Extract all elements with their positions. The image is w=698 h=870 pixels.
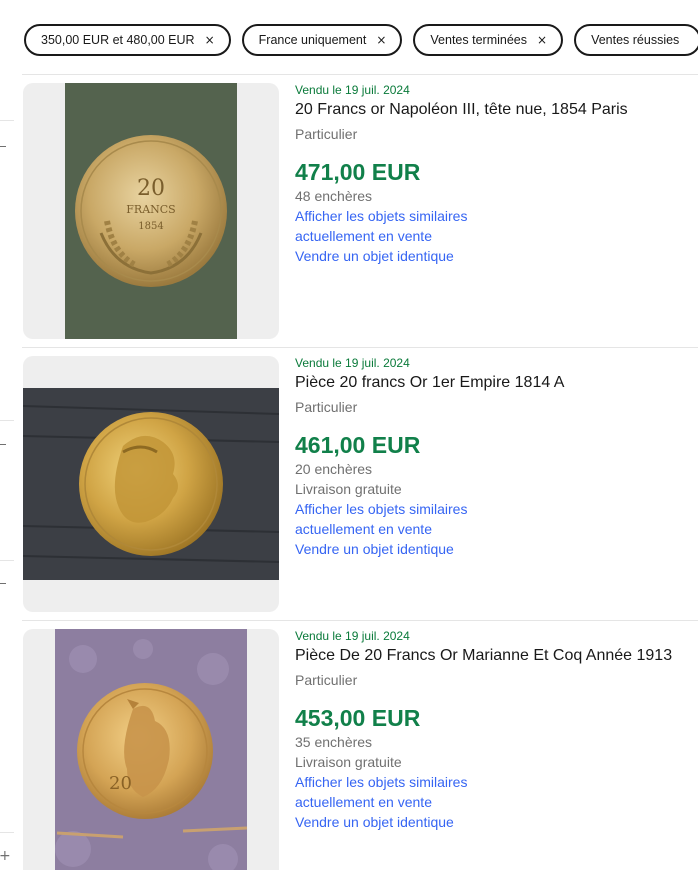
active-filters: 350,00 EUR et 480,00 EUR × France unique… (24, 24, 698, 56)
listing-image[interactable] (23, 356, 279, 612)
filter-chip-label: Ventes réussies (591, 33, 680, 47)
results-list: 20 FRANCS 1854 Vendu le 19 juil. 2024 20… (22, 74, 698, 870)
similar-items-link[interactable]: Afficher les objets similaires (295, 772, 698, 792)
sold-date: Vendu le 19 juil. 2024 (295, 629, 410, 643)
close-icon[interactable]: × (376, 33, 386, 47)
similar-items-link[interactable]: Afficher les objets similaires (295, 206, 698, 226)
listing-title[interactable]: 20 Francs or Napoléon III, tête nue, 185… (295, 100, 698, 120)
shipping-info: Livraison gratuite (295, 754, 402, 770)
listing-item: Vendu le 19 juil. 2024 Pièce 20 francs O… (22, 347, 698, 620)
coin-photo: 20 FRANCS 1854 (65, 83, 237, 339)
filter-chip-completed[interactable]: Ventes terminées × (413, 24, 564, 56)
seller-type: Particulier (295, 126, 358, 142)
listing-title[interactable]: Pièce 20 francs Or 1er Empire 1814 A (295, 373, 698, 393)
sold-price: 453,00 EUR (295, 705, 421, 731)
svg-text:1854: 1854 (138, 221, 163, 232)
svg-text:FRANCS: FRANCS (126, 203, 175, 216)
collapse-icon[interactable] (0, 146, 6, 147)
divider (0, 120, 14, 121)
sell-similar-link[interactable]: Vendre un objet identique (295, 539, 698, 559)
filter-sidebar-edge: + (0, 60, 14, 870)
coin-photo: 20 (55, 629, 248, 870)
sold-price: 461,00 EUR (295, 432, 421, 458)
collapse-icon[interactable] (0, 583, 6, 584)
listing-image[interactable]: 20 FRANCS 1854 (23, 83, 279, 339)
divider (0, 832, 14, 833)
svg-text:20: 20 (109, 773, 132, 794)
filter-chip-label: 350,00 EUR et 480,00 EUR (41, 33, 195, 47)
seller-type: Particulier (295, 399, 358, 415)
coin-photo (23, 388, 279, 580)
similar-items-link-cont[interactable]: actuellement en vente (295, 792, 698, 812)
seller-type: Particulier (295, 672, 358, 688)
sell-similar-link[interactable]: Vendre un objet identique (295, 246, 698, 266)
close-icon[interactable]: × (537, 33, 547, 47)
listing-image[interactable]: 20 (23, 629, 279, 870)
sell-similar-link[interactable]: Vendre un objet identique (295, 812, 698, 832)
filter-chip-label: Ventes terminées (430, 33, 527, 47)
expand-icon[interactable]: + (0, 848, 11, 864)
svg-text:20: 20 (137, 176, 165, 201)
divider (0, 420, 14, 421)
close-icon[interactable]: × (205, 33, 215, 47)
sold-date: Vendu le 19 juil. 2024 (295, 83, 410, 97)
bid-count: 48 enchères (295, 188, 373, 204)
bid-count: 20 enchères (295, 461, 373, 477)
filter-chip-label: France uniquement (258, 33, 367, 47)
filter-chip-price[interactable]: 350,00 EUR et 480,00 EUR × (24, 24, 231, 56)
collapse-icon[interactable] (0, 444, 6, 445)
similar-items-link-cont[interactable]: actuellement en vente (295, 519, 698, 539)
sold-date: Vendu le 19 juil. 2024 (295, 356, 410, 370)
shipping-info: Livraison gratuite (295, 481, 402, 497)
sold-price: 471,00 EUR (295, 159, 421, 185)
bid-count: 35 enchères (295, 734, 373, 750)
filter-chip-location[interactable]: France uniquement × (241, 24, 403, 56)
similar-items-link[interactable]: Afficher les objets similaires (295, 499, 698, 519)
listing-item: 20 FRANCS 1854 Vendu le 19 juil. 2024 20… (22, 74, 698, 347)
filter-chip-sold[interactable]: Ventes réussies (574, 24, 698, 56)
listing-item: 20 Vendu le 19 juil. 2024 Pièce De 20 Fr… (22, 620, 698, 870)
similar-items-link-cont[interactable]: actuellement en vente (295, 226, 698, 246)
listing-title[interactable]: Pièce De 20 Francs Or Marianne Et Coq An… (295, 646, 698, 666)
divider (0, 560, 14, 561)
